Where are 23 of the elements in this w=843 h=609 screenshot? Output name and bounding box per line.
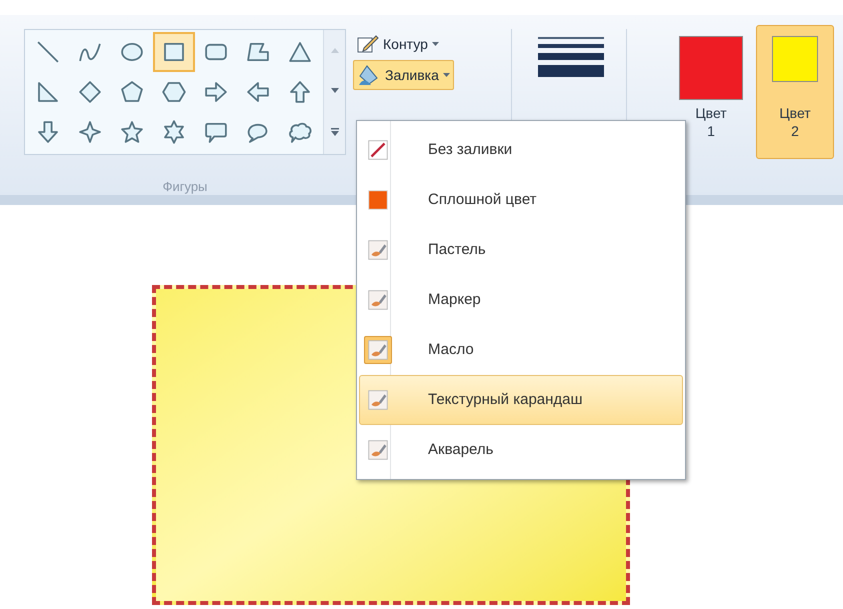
menu-item-label: Пастель xyxy=(428,240,486,260)
scroll-down-icon[interactable] xyxy=(330,88,338,93)
menu-item-label: Маркер xyxy=(428,290,481,310)
fill-menu-item[interactable]: Акварель xyxy=(359,425,683,475)
menu-item-label: Сплошной цвет xyxy=(428,190,537,210)
fill-menu-item[interactable]: Маркер xyxy=(359,275,683,325)
caret-icon xyxy=(432,42,439,46)
caret-icon xyxy=(442,73,450,77)
expand-icon[interactable] xyxy=(330,128,338,136)
shape-tool-icon[interactable] xyxy=(153,32,195,72)
fill-menu-item[interactable]: Пастель xyxy=(359,225,683,275)
menu-item-label: Масло xyxy=(428,340,474,360)
fill-menu-item[interactable]: Масло xyxy=(359,325,683,375)
fill-menu-item[interactable]: Текстурный карандаш xyxy=(359,375,683,425)
menu-item-label: Текстурный карандаш xyxy=(428,390,583,410)
color-button[interactable]: Цвет 2 xyxy=(756,25,834,159)
group-label: Фигуры xyxy=(162,178,208,196)
pencil-icon xyxy=(357,34,379,54)
outline-button[interactable]: Контур xyxy=(353,31,443,57)
menu-item-label: Без заливки xyxy=(428,140,512,160)
fill-button[interactable]: Заливка xyxy=(353,60,454,90)
fill-menu-item[interactable]: Сплошной цвет xyxy=(359,175,683,225)
menu-item-label: Акварель xyxy=(428,440,494,460)
